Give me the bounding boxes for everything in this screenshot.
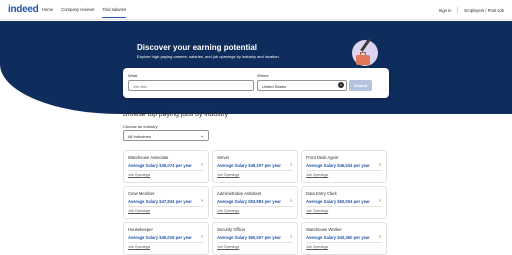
nav-find-salaries[interactable]: Find salaries: [102, 7, 127, 18]
average-salary[interactable]: Average Salary $36,074 per year: [128, 163, 192, 168]
chevron-right-icon[interactable]: ›: [379, 198, 381, 204]
chevron-right-icon[interactable]: ›: [379, 162, 381, 168]
card-divider: [128, 206, 204, 207]
average-salary[interactable]: Average Salary $53,983 per year: [217, 199, 281, 204]
browse-heading: Browse top paying jobs by industry: [123, 111, 229, 118]
job-openings-link[interactable]: Job Openings: [306, 173, 328, 177]
employers-post-job-link[interactable]: Employers / Post Job: [464, 8, 504, 13]
industry-select[interactable]: All Industries: [123, 130, 209, 141]
chevron-right-icon[interactable]: ›: [290, 234, 292, 240]
job-title-input[interactable]: Job title: [128, 80, 254, 91]
job-title[interactable]: Security Officer: [217, 227, 246, 232]
job-openings-link[interactable]: Job Openings: [306, 209, 328, 213]
chevron-right-icon[interactable]: ›: [201, 162, 203, 168]
job-card[interactable]: Warehouse Worker Average Salary $43,360 p…: [301, 222, 387, 255]
job-openings-link[interactable]: Job Openings: [217, 245, 239, 249]
average-salary[interactable]: Average Salary $50,004 per year: [306, 199, 370, 204]
job-card[interactable]: Housekeeper Average Salary $45,018 per ye…: [123, 222, 209, 255]
average-salary[interactable]: Average Salary $45,018 per year: [128, 235, 192, 240]
card-divider: [128, 170, 204, 171]
job-title[interactable]: Crew Member: [128, 191, 154, 196]
card-divider: [217, 170, 293, 171]
sign-in-link[interactable]: Sign in: [439, 8, 452, 13]
what-label: What: [128, 73, 138, 78]
job-title[interactable]: Warehouse Worker: [306, 227, 342, 232]
job-title[interactable]: Front Desk Agent: [306, 155, 338, 160]
job-card[interactable]: Crew Member Average Salary $47,834 per ye…: [123, 186, 209, 219]
average-salary[interactable]: Average Salary $45,534 per year: [306, 163, 370, 168]
indeed-logo[interactable]: indeed: [8, 4, 39, 15]
average-salary[interactable]: Average Salary $60,007 per year: [217, 235, 281, 240]
hero-subtitle: Explore high-paying careers, salaries, a…: [137, 54, 280, 59]
card-divider: [217, 206, 293, 207]
search-button[interactable]: Search: [349, 80, 372, 91]
job-openings-link[interactable]: Job Openings: [217, 209, 239, 213]
job-openings-link[interactable]: Job Openings: [217, 173, 239, 177]
top-nav-bar: indeed Home Company reviews Find salarie…: [0, 0, 512, 20]
chevron-right-icon[interactable]: ›: [290, 162, 292, 168]
card-divider: [306, 170, 382, 171]
hero-title: Discover your earning potential: [137, 43, 258, 52]
average-salary[interactable]: Average Salary $47,834 per year: [128, 199, 192, 204]
chevron-right-icon[interactable]: ›: [201, 198, 203, 204]
chevron-down-icon: ⌄: [200, 133, 205, 139]
location-input[interactable]: United States: [257, 80, 347, 91]
where-label: Where: [257, 73, 269, 78]
chevron-right-icon[interactable]: ›: [379, 234, 381, 240]
card-divider: [217, 242, 293, 243]
main-nav: Home Company reviews Find salaries: [42, 7, 127, 18]
nav-company-reviews[interactable]: Company reviews: [61, 7, 94, 18]
job-title[interactable]: Housekeeper: [128, 227, 153, 232]
average-salary[interactable]: Average Salary $49,207 per year: [217, 163, 281, 168]
card-divider: [306, 206, 382, 207]
job-openings-link[interactable]: Job Openings: [128, 173, 150, 177]
job-card[interactable]: Server Average Salary $49,207 per year › Jo…: [212, 150, 298, 183]
nav-home[interactable]: Home: [42, 7, 53, 18]
briefcase-icon: [356, 55, 370, 65]
job-title[interactable]: Administrative Assistant: [217, 191, 261, 196]
job-openings-link[interactable]: Job Openings: [306, 245, 328, 249]
account-nav: Sign in Employers / Post Job: [439, 7, 504, 13]
job-card[interactable]: Warehouse Associate Average Salary $36,07…: [123, 150, 209, 183]
clear-location-icon[interactable]: ×: [338, 82, 344, 88]
industry-label: Choose an industry: [123, 124, 158, 129]
chevron-right-icon[interactable]: ›: [201, 234, 203, 240]
job-card[interactable]: Data Entry Clerk Average Salary $50,004 p…: [301, 186, 387, 219]
average-salary[interactable]: Average Salary $43,360 per year: [306, 235, 370, 240]
job-card[interactable]: Security Officer Average Salary $60,007 p…: [212, 222, 298, 255]
card-divider: [128, 242, 204, 243]
job-title[interactable]: Warehouse Associate: [128, 155, 168, 160]
nav-divider: [457, 7, 459, 13]
job-title[interactable]: Data Entry Clerk: [306, 191, 337, 196]
job-card[interactable]: Front Desk Agent Average Salary $45,534 p…: [301, 150, 387, 183]
job-openings-link[interactable]: Job Openings: [128, 245, 150, 249]
job-title[interactable]: Server: [217, 155, 229, 160]
chevron-right-icon[interactable]: ›: [290, 198, 292, 204]
card-divider: [306, 242, 382, 243]
job-card[interactable]: Administrative Assistant Average Salary $…: [212, 186, 298, 219]
job-openings-link[interactable]: Job Openings: [128, 209, 150, 213]
